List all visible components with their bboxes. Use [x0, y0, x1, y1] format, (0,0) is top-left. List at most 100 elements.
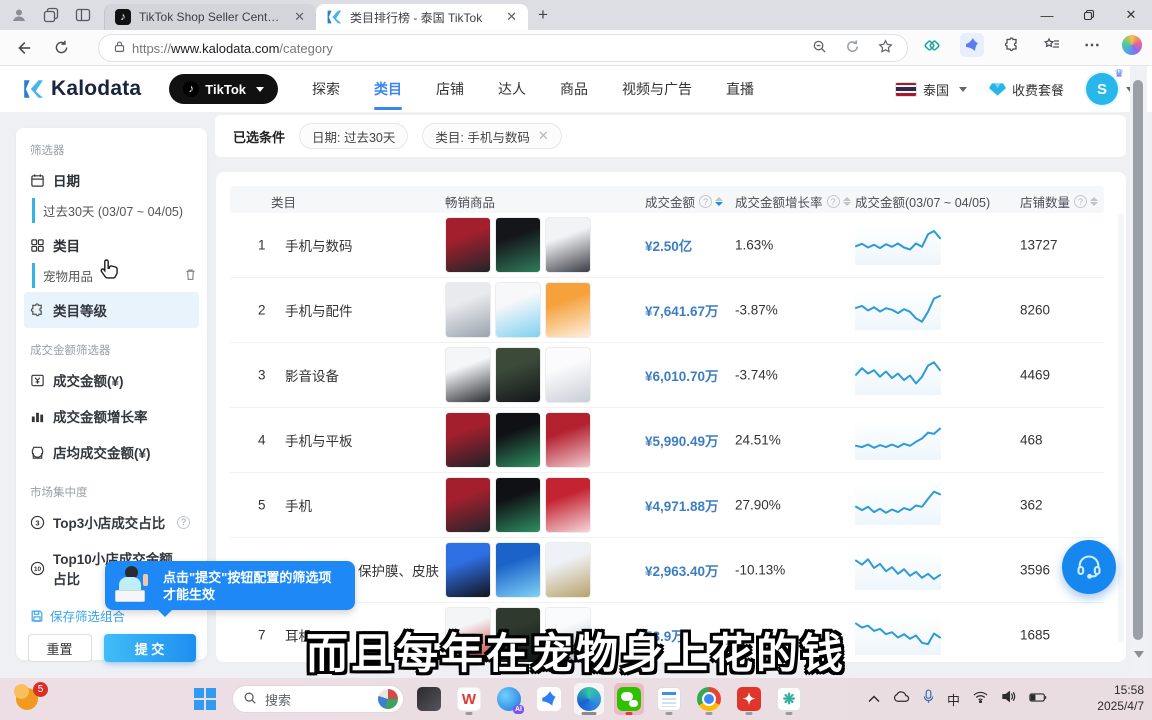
- product-thumb[interactable]: [445, 217, 491, 273]
- profile-icon[interactable]: [10, 6, 28, 24]
- product-thumbnails[interactable]: [445, 282, 591, 338]
- tab-close-icon[interactable]: ✕: [291, 9, 308, 25]
- app-red-icon[interactable]: ✦: [734, 683, 764, 715]
- filter-gmv[interactable]: 成交金额(¥): [16, 362, 207, 398]
- notification-widget[interactable]: 5: [14, 684, 48, 714]
- table-row[interactable]: 5 手机 ¥4,971.88万 27.90% 362: [230, 473, 1104, 538]
- translate-icon[interactable]: [845, 39, 860, 57]
- product-thumb[interactable]: [445, 477, 491, 533]
- product-thumb[interactable]: [545, 347, 591, 403]
- app-wechat-icon[interactable]: [614, 683, 644, 715]
- app-thunder-icon[interactable]: [534, 683, 564, 715]
- product-thumb[interactable]: [495, 282, 541, 338]
- product-thumb[interactable]: [545, 542, 591, 598]
- product-thumbnails[interactable]: [445, 412, 591, 468]
- product-thumb[interactable]: [545, 412, 591, 468]
- filter-category-level[interactable]: 类目等级: [24, 292, 199, 328]
- input-method-indicator[interactable]: 中: [947, 690, 960, 709]
- new-tab-button[interactable]: +: [538, 5, 548, 25]
- nav-product[interactable]: 商品: [560, 66, 588, 112]
- product-thumbnails[interactable]: [445, 477, 591, 533]
- date-filter-value[interactable]: 过去30天 (03/07 ~ 04/05): [32, 198, 197, 223]
- back-icon[interactable]: [8, 33, 38, 63]
- category-name[interactable]: 影音设备: [285, 365, 339, 385]
- pricing-plan-link[interactable]: 收费套餐: [989, 80, 1064, 99]
- window-close-button[interactable]: ✕: [1110, 0, 1152, 30]
- customer-support-button[interactable]: [1062, 540, 1116, 594]
- app-files-icon[interactable]: [414, 683, 444, 715]
- table-row[interactable]: 1 手机与数码 ¥2.50亿 1.63% 13727: [230, 213, 1104, 278]
- table-row[interactable]: 2 手机与配件 ¥7,641.67万 -3.87% 8260: [230, 278, 1104, 343]
- refresh-icon[interactable]: [46, 33, 76, 63]
- sort-icons[interactable]: [1090, 197, 1098, 206]
- product-thumbnails[interactable]: [445, 217, 591, 273]
- category-name[interactable]: 手机: [285, 495, 312, 515]
- col-shops[interactable]: 店铺数量?: [1020, 192, 1098, 211]
- product-thumb[interactable]: [495, 217, 541, 273]
- tray-expand-icon[interactable]: [868, 690, 880, 708]
- volume-icon[interactable]: [1001, 690, 1016, 708]
- account-menu[interactable]: ♛ S: [1086, 73, 1134, 105]
- category-name[interactable]: 保护膜、皮肤: [358, 560, 439, 580]
- product-thumb[interactable]: [495, 542, 541, 598]
- table-row[interactable]: 3 影音设备 ¥6,010.70万 -3.74% 4469: [230, 343, 1104, 408]
- product-thumbnails[interactable]: [445, 347, 591, 403]
- tab-close-icon[interactable]: ✕: [503, 9, 520, 25]
- browser-tab-tiktok-seller[interactable]: ♪ TikTok Shop Seller Center | Cross ✕: [104, 4, 316, 30]
- zoom-out-icon[interactable]: [812, 39, 827, 57]
- product-thumb[interactable]: [445, 542, 491, 598]
- filter-chip-category[interactable]: 类目: 手机与数码✕: [422, 123, 561, 149]
- product-thumb[interactable]: [495, 412, 541, 468]
- sort-icons[interactable]: [843, 197, 851, 206]
- sort-icons[interactable]: [715, 197, 723, 206]
- nav-shop[interactable]: 店铺: [436, 66, 464, 112]
- collections-icon[interactable]: [1040, 33, 1064, 57]
- window-minimize-button[interactable]: —: [1026, 0, 1068, 30]
- taskbar-clock[interactable]: 15:58 2025/4/7: [1097, 682, 1144, 714]
- close-icon[interactable]: ✕: [538, 128, 549, 144]
- wifi-icon[interactable]: [973, 690, 988, 708]
- kalodata-logo[interactable]: Kalodata: [22, 77, 141, 101]
- onedrive-icon[interactable]: [893, 690, 910, 708]
- app-notepad-icon[interactable]: [654, 683, 684, 715]
- tab-layout-icon[interactable]: [74, 6, 92, 24]
- address-bar[interactable]: https://www.kalodata.com/category: [98, 34, 908, 62]
- product-thumbnails[interactable]: [445, 542, 591, 598]
- help-icon[interactable]: ?: [177, 516, 190, 529]
- col-growth[interactable]: 成交金额增长率?: [735, 192, 851, 211]
- app-ai-browser-icon[interactable]: [494, 683, 524, 715]
- filter-top3-share[interactable]: 3 Top3小店成交占比 ?: [16, 504, 207, 540]
- nav-video-ads[interactable]: 视频与广告: [622, 66, 692, 112]
- info-icon[interactable]: ?: [827, 195, 840, 208]
- product-thumb[interactable]: [545, 282, 591, 338]
- filter-date[interactable]: 日期: [16, 162, 207, 198]
- product-thumb[interactable]: [495, 347, 541, 403]
- favorite-star-icon[interactable]: [878, 39, 893, 57]
- trash-icon[interactable]: [184, 268, 197, 284]
- lock-icon[interactable]: [113, 40, 126, 56]
- app-wps-icon[interactable]: W: [454, 683, 484, 715]
- copilot-icon[interactable]: [1120, 33, 1144, 57]
- taskbar-search[interactable]: 搜索: [232, 685, 404, 713]
- product-thumb[interactable]: [445, 412, 491, 468]
- page-scrollbar[interactable]: [1130, 66, 1147, 678]
- start-button[interactable]: [194, 688, 216, 710]
- browser-tab-kalodata[interactable]: 类目排行榜 - 泰国 TikTok ✕: [316, 4, 528, 30]
- extensions-puzzle-icon[interactable]: [1000, 33, 1024, 57]
- window-restore-button[interactable]: [1068, 0, 1110, 30]
- table-scrollbar[interactable]: [1118, 213, 1124, 643]
- table-row[interactable]: 6 保护膜、皮肤 ¥2,963.40万 -10.13% 3596: [230, 538, 1104, 603]
- filter-shop-avg-gmv[interactable]: 店均成交金额(¥): [16, 434, 207, 470]
- category-name[interactable]: 手机与数码: [285, 235, 353, 255]
- scrollbar-thumb[interactable]: [1133, 80, 1143, 640]
- col-revenue[interactable]: 成交金额?: [645, 192, 723, 211]
- category-name[interactable]: 手机与平板: [285, 430, 353, 450]
- info-icon[interactable]: ?: [1074, 195, 1087, 208]
- table-row[interactable]: 4 手机与平板 ¥5,990.49万 24.51% 468: [230, 408, 1104, 473]
- app-edge-icon[interactable]: [574, 683, 604, 715]
- region-selector[interactable]: 泰国: [895, 80, 967, 99]
- filter-gmv-growth[interactable]: 成交金额增长率: [16, 398, 207, 434]
- product-thumb[interactable]: [545, 217, 591, 273]
- workspaces-icon[interactable]: [42, 6, 60, 24]
- nav-explore[interactable]: 探索: [312, 66, 340, 112]
